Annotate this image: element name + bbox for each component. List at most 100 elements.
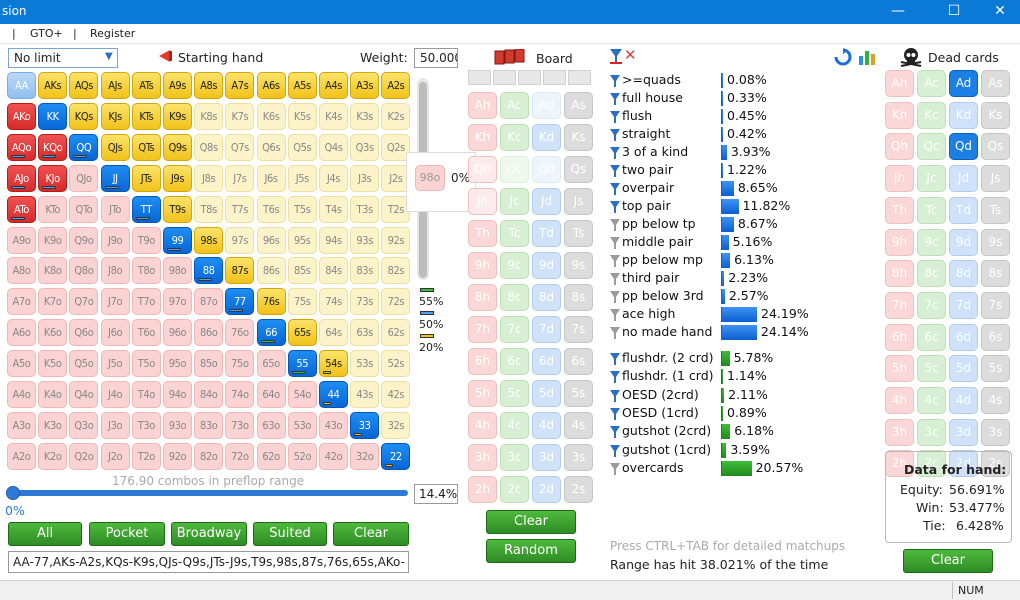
mode-select[interactable]: No limit ▼	[8, 48, 118, 68]
hand-cell-Q7o[interactable]: Q7o	[69, 288, 99, 316]
hand-cell-63o[interactable]: 63o	[256, 411, 286, 439]
filter-funnel-icon[interactable]	[610, 371, 620, 384]
filter-funnel-icon[interactable]	[610, 183, 620, 195]
dead-card-4c[interactable]: 4c	[917, 387, 946, 414]
hand-cell-92s[interactable]: 92s	[381, 226, 411, 254]
dead-card-7c[interactable]: 7c	[917, 291, 946, 319]
hand-cell-66[interactable]: 66	[256, 319, 286, 347]
filter-funnel-icon[interactable]	[610, 219, 620, 231]
hand-cell-KJs[interactable]: KJs	[100, 102, 130, 130]
hand-cell-J9o[interactable]: J9o	[100, 226, 130, 254]
hand-cell-KQs[interactable]: KQs	[69, 102, 99, 130]
hand-cell-A6o[interactable]: A6o	[7, 319, 36, 347]
hand-cell-JJ[interactable]: JJ	[100, 164, 130, 192]
hand-cell-J4s[interactable]: J4s	[319, 164, 348, 192]
hand-cell-J8o[interactable]: J8o	[100, 257, 130, 285]
hand-cell-87o[interactable]: 87o	[194, 288, 224, 316]
minimize-button[interactable]: —	[878, 0, 918, 24]
hand-cell-52o[interactable]: 52o	[287, 442, 317, 470]
hand-cell-94o[interactable]: 94o	[163, 381, 192, 408]
dead-card-4h[interactable]: 4h	[885, 387, 914, 414]
filter-funnel-icon[interactable]	[610, 291, 620, 303]
board-card-4s[interactable]: 4s	[564, 412, 593, 439]
hand-cell-43o[interactable]: 43o	[319, 411, 348, 439]
hand-cell-K5o[interactable]: K5o	[38, 350, 68, 378]
hand-cell-T9s[interactable]: T9s	[163, 195, 192, 223]
hand-cell-T4s[interactable]: T4s	[319, 195, 348, 223]
dead-card-Jh[interactable]: Jh	[885, 165, 914, 193]
hand-cell-AA[interactable]: AA	[7, 72, 36, 99]
hand-cell-KTs[interactable]: KTs	[131, 102, 161, 130]
dead-card-Ks[interactable]: Ks	[981, 101, 1010, 129]
hand-cell-QQ[interactable]: QQ	[69, 133, 99, 161]
hand-cell-J3o[interactable]: J3o	[100, 411, 130, 439]
filter-funnel-icon[interactable]	[610, 93, 620, 105]
hand-cell-83s[interactable]: 83s	[350, 257, 380, 285]
hand-cell-62o[interactable]: 62o	[256, 442, 286, 470]
hand-cell-43s[interactable]: 43s	[350, 381, 380, 408]
board-slot[interactable]	[493, 70, 516, 85]
hand-cell-Q9o[interactable]: Q9o	[69, 226, 99, 254]
hand-cell-T6o[interactable]: T6o	[131, 319, 161, 347]
hand-cell-K2o[interactable]: K2o	[38, 442, 68, 470]
range-text-input[interactable]: AA-77,AKs-A2s,KQs-K9s,QJs-Q9s,JTs-J9s,T9…	[8, 551, 409, 573]
hand-cell-A6s[interactable]: A6s	[256, 72, 286, 99]
board-card-Jh[interactable]: Jh	[468, 188, 497, 215]
hand-cell-A7s[interactable]: A7s	[225, 72, 255, 99]
hand-cell-T9o[interactable]: T9o	[131, 226, 161, 254]
filter-funnel-icon[interactable]	[610, 426, 620, 439]
hand-cell-73o[interactable]: 73o	[225, 411, 255, 439]
board-card-Ah[interactable]: Ah	[468, 92, 497, 119]
filter-funnel-icon[interactable]	[610, 237, 620, 249]
filter-funnel-icon[interactable]	[610, 129, 620, 141]
hand-cell-77[interactable]: 77	[225, 288, 255, 316]
hand-cell-96o[interactable]: 96o	[163, 319, 192, 347]
hand-cell-62s[interactable]: 62s	[381, 319, 411, 347]
hand-cell-Q7s[interactable]: Q7s	[225, 133, 255, 161]
hand-cell-75o[interactable]: 75o	[225, 350, 255, 378]
hand-cell-K7o[interactable]: K7o	[38, 288, 68, 316]
dead-card-7s[interactable]: 7s	[981, 291, 1010, 319]
filter-funnel-icon[interactable]	[610, 111, 620, 123]
hand-cell-A8s[interactable]: A8s	[194, 72, 224, 99]
hand-cell-QTs[interactable]: QTs	[131, 133, 161, 161]
filter-funnel-icon[interactable]	[610, 273, 620, 285]
hand-cell-Q6s[interactable]: Q6s	[256, 133, 286, 161]
dead-card-3c[interactable]: 3c	[917, 418, 946, 446]
filter-funnel-icon[interactable]	[610, 309, 620, 321]
hand-cell-JTs[interactable]: JTs	[131, 164, 161, 192]
dead-card-6s[interactable]: 6s	[981, 323, 1010, 351]
hand-cell-86s[interactable]: 86s	[256, 257, 286, 285]
board-card-Ks[interactable]: Ks	[564, 124, 593, 151]
board-card-Js[interactable]: Js	[564, 188, 593, 215]
filter-funnel-icon[interactable]	[610, 353, 620, 365]
hand-cell-64s[interactable]: 64s	[319, 319, 348, 347]
hand-cell-86o[interactable]: 86o	[194, 319, 224, 347]
hand-cell-T2o[interactable]: T2o	[131, 442, 161, 470]
hand-cell-92o[interactable]: 92o	[163, 442, 192, 470]
all-button[interactable]: All	[8, 522, 82, 546]
hand-cell-A5o[interactable]: A5o	[7, 350, 36, 378]
hand-cell-Q2o[interactable]: Q2o	[69, 442, 99, 470]
hand-cell-Q5o[interactable]: Q5o	[69, 350, 99, 378]
dead-card-Kh[interactable]: Kh	[885, 101, 914, 129]
board-card-3c[interactable]: 3c	[500, 444, 529, 471]
hand-cell-J4o[interactable]: J4o	[100, 381, 130, 408]
hand-cell-K7s[interactable]: K7s	[225, 102, 255, 130]
board-card-8h[interactable]: 8h	[468, 284, 497, 311]
dead-card-9d[interactable]: 9d	[949, 228, 978, 256]
hand-cell-73s[interactable]: 73s	[350, 288, 380, 316]
maximize-button[interactable]: ☐	[934, 0, 974, 24]
hand-cell-96s[interactable]: 96s	[256, 226, 286, 254]
refresh-icon[interactable]	[834, 48, 852, 66]
board-card-3d[interactable]: 3d	[532, 444, 561, 471]
board-card-2s[interactable]: 2s	[564, 476, 593, 503]
hand-cell-K5s[interactable]: K5s	[287, 102, 317, 130]
hand-cell-98o[interactable]: 98o	[163, 257, 192, 285]
hand-cell-JTo[interactable]: JTo	[100, 195, 130, 223]
hand-cell-55[interactable]: 55	[287, 350, 317, 378]
board-card-Th[interactable]: Th	[468, 220, 497, 247]
hand-cell-85o[interactable]: 85o	[194, 350, 224, 378]
board-card-4h[interactable]: 4h	[468, 412, 497, 439]
dead-card-9c[interactable]: 9c	[917, 228, 946, 256]
